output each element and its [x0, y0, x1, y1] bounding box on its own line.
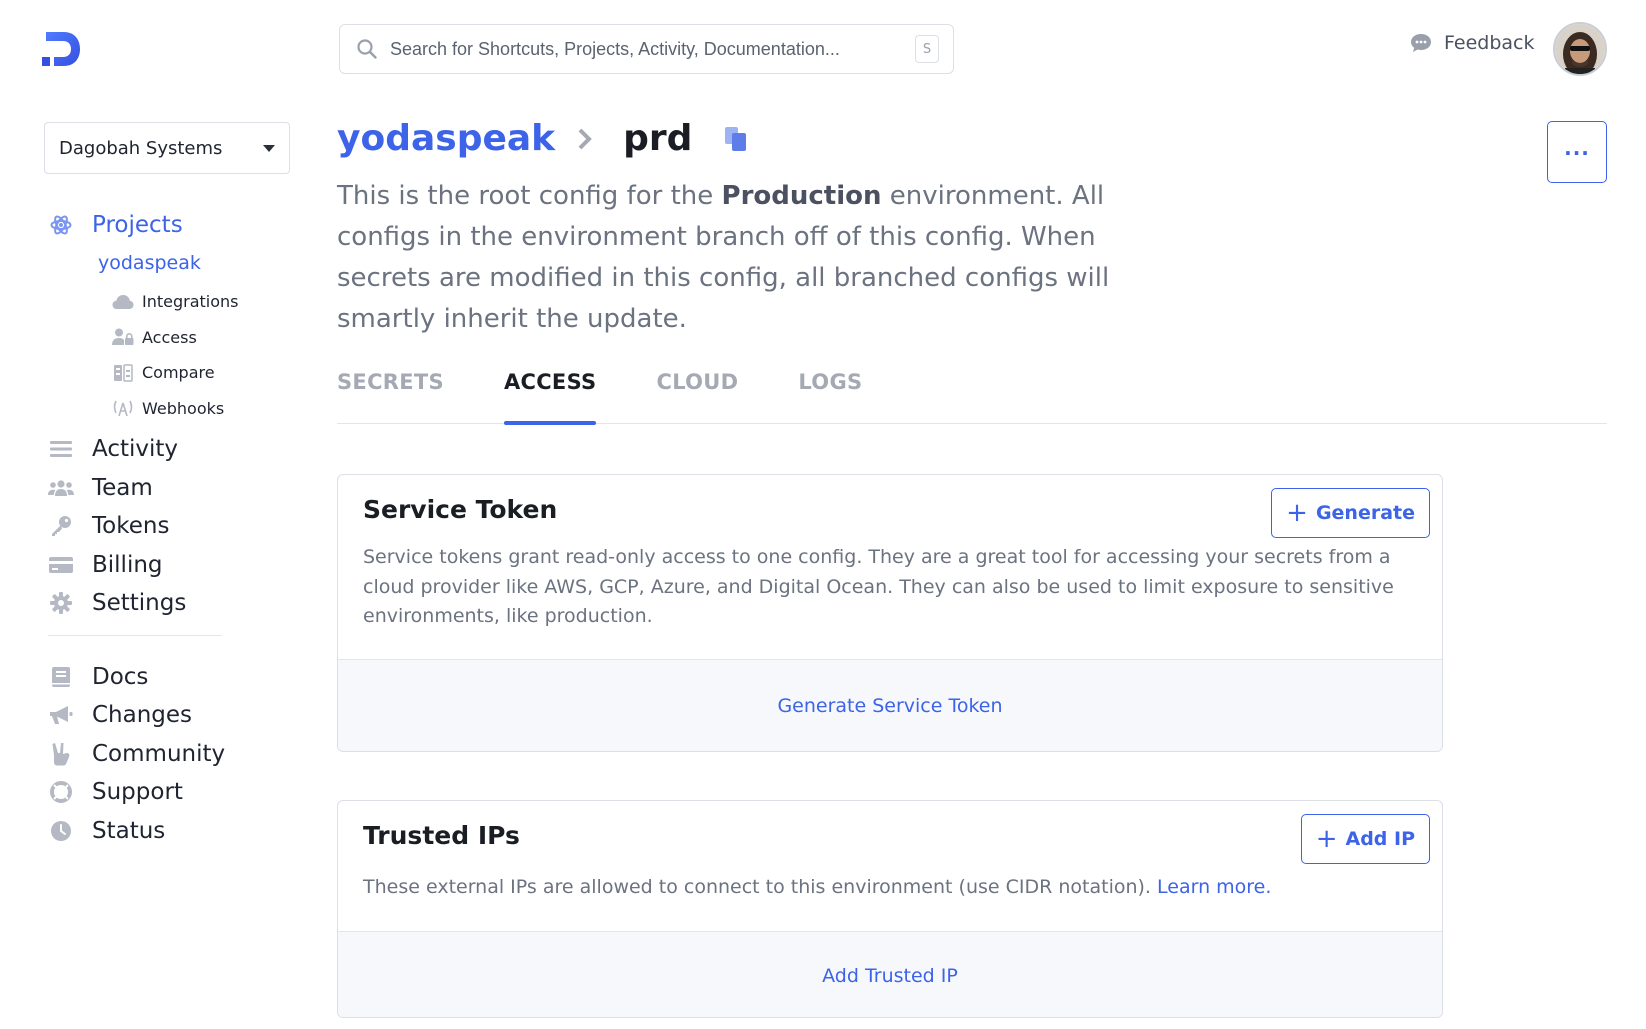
breadcrumb-config: prd [623, 118, 693, 159]
sidebar-subitem-webhooks[interactable]: Webhooks [112, 391, 308, 427]
sidebar-subitem-label: Access [142, 327, 197, 347]
sidebar-subitem-access[interactable]: Access [112, 320, 308, 356]
search-icon [357, 39, 377, 59]
config-description: This is the root config for the Producti… [337, 181, 1110, 334]
key-icon [48, 513, 74, 539]
sidebar-item-label: Status [92, 817, 166, 844]
breadcrumb-project[interactable]: yodaspeak [337, 118, 555, 159]
sidebar-item-label: Community [92, 740, 226, 767]
doppler-logo[interactable] [42, 30, 82, 68]
chevron-right-icon [578, 128, 592, 149]
users-lock-icon [112, 327, 134, 347]
sidebar-item-projects[interactable]: Projects [48, 206, 308, 244]
generate-button[interactable]: + Generate [1271, 488, 1430, 538]
breadcrumb: yodaspeak prd [337, 118, 748, 159]
service-token-card: Service Token + Generate Service tokens … [337, 474, 1443, 752]
plus-icon: + [1286, 498, 1308, 528]
plus-icon: + [1315, 824, 1338, 854]
megaphone-icon [48, 702, 74, 728]
workplace-name: Dagobah Systems [59, 137, 223, 159]
chat-bubble-icon [1411, 34, 1431, 52]
sidebar-item-activity[interactable]: Activity [48, 430, 308, 469]
card-title: Trusted IPs [363, 821, 520, 850]
sidebar-item-label: Team [92, 474, 153, 501]
gear-icon [48, 590, 74, 616]
sidebar-item-community[interactable]: Community [48, 735, 308, 774]
lifebuoy-icon [48, 779, 74, 805]
sidebar-divider [48, 634, 222, 636]
footer-link-label: Generate Service Token [777, 694, 1003, 717]
ellipsis-icon: ... [1564, 136, 1590, 160]
tab-cloud[interactable]: CLOUD [656, 364, 738, 424]
copy-icon[interactable] [724, 126, 748, 152]
card-title: Service Token [363, 495, 558, 524]
search-shortcut-badge: S [915, 35, 939, 63]
trusted-ips-card: Trusted IPs + Add IP These external IPs … [337, 800, 1443, 1018]
user-avatar[interactable] [1553, 22, 1607, 76]
broadcast-icon [112, 398, 134, 418]
sidebar-item-label: Changes [92, 702, 193, 729]
cloud-icon [112, 292, 134, 312]
sidebar-subitem-label: Integrations [142, 292, 239, 312]
sidebar-subitem-integrations[interactable]: Integrations [112, 284, 308, 320]
footer-link-label: Add Trusted IP [822, 964, 958, 987]
generate-service-token-link[interactable]: Generate Service Token [338, 659, 1442, 751]
sidebar-project-yodaspeak[interactable]: yodaspeak [98, 248, 308, 278]
peace-hand-icon [48, 741, 74, 767]
sidebar-item-label: Activity [92, 436, 179, 463]
tab-secrets[interactable]: SECRETS [337, 364, 444, 424]
user-photo [1555, 24, 1605, 74]
sidebar-subitem-label: Compare [142, 363, 215, 383]
sidebar-item-changes[interactable]: Changes [48, 696, 308, 735]
credit-card-icon [48, 552, 74, 578]
sidebar-subitem-label: Webhooks [142, 398, 225, 418]
search-bar[interactable]: S [339, 24, 954, 74]
sidebar-item-status[interactable]: Status [48, 812, 308, 851]
card-description: These external IPs are allowed to connec… [363, 876, 1272, 898]
sidebar-item-team[interactable]: Team [48, 469, 308, 508]
sidebar-item-label: Docs [92, 663, 149, 690]
environment-name: Production [721, 181, 882, 211]
sidebar-subitem-compare[interactable]: Compare [112, 355, 308, 391]
sidebar-item-tokens[interactable]: Tokens [48, 507, 308, 546]
search-input[interactable] [390, 38, 915, 60]
feedback-label: Feedback [1444, 32, 1535, 54]
sidebar-item-label: Support [92, 779, 183, 806]
add-trusted-ip-link[interactable]: Add Trusted IP [338, 931, 1442, 1017]
tab-logs[interactable]: LOGS [798, 364, 862, 424]
caret-down-icon [263, 144, 275, 152]
learn-more-link[interactable]: Learn more. [1157, 876, 1271, 898]
more-options-button[interactable]: ... [1547, 121, 1607, 183]
compare-icon [112, 363, 134, 383]
book-icon [48, 664, 74, 690]
feedback-button[interactable]: Feedback [1410, 32, 1534, 54]
sidebar-item-billing[interactable]: Billing [48, 546, 308, 585]
sidebar-nav: Projects yodaspeak Integrations Access C… [48, 206, 308, 850]
clock-icon [48, 818, 74, 844]
atom-icon [48, 212, 74, 238]
add-ip-button[interactable]: + Add IP [1300, 814, 1430, 864]
config-tabs: SECRETS ACCESS CLOUD LOGS [337, 364, 1607, 425]
sidebar-item-label: Billing [92, 551, 163, 578]
button-label: Add IP [1345, 828, 1415, 850]
tab-access[interactable]: ACCESS [503, 364, 597, 425]
workplace-selector[interactable]: Dagobah Systems [44, 122, 290, 174]
sidebar-item-label: Settings [92, 590, 187, 617]
sidebar-item-label: Tokens [92, 513, 170, 540]
card-description: Service tokens grant read-only access to… [363, 546, 1394, 627]
sidebar-item-settings[interactable]: Settings [48, 584, 308, 623]
button-label: Generate [1315, 502, 1415, 524]
sidebar-item-label: Projects [92, 212, 183, 238]
list-icon [48, 436, 74, 462]
team-icon [48, 475, 74, 501]
sidebar-item-docs[interactable]: Docs [48, 658, 308, 697]
sidebar-item-support[interactable]: Support [48, 773, 308, 812]
